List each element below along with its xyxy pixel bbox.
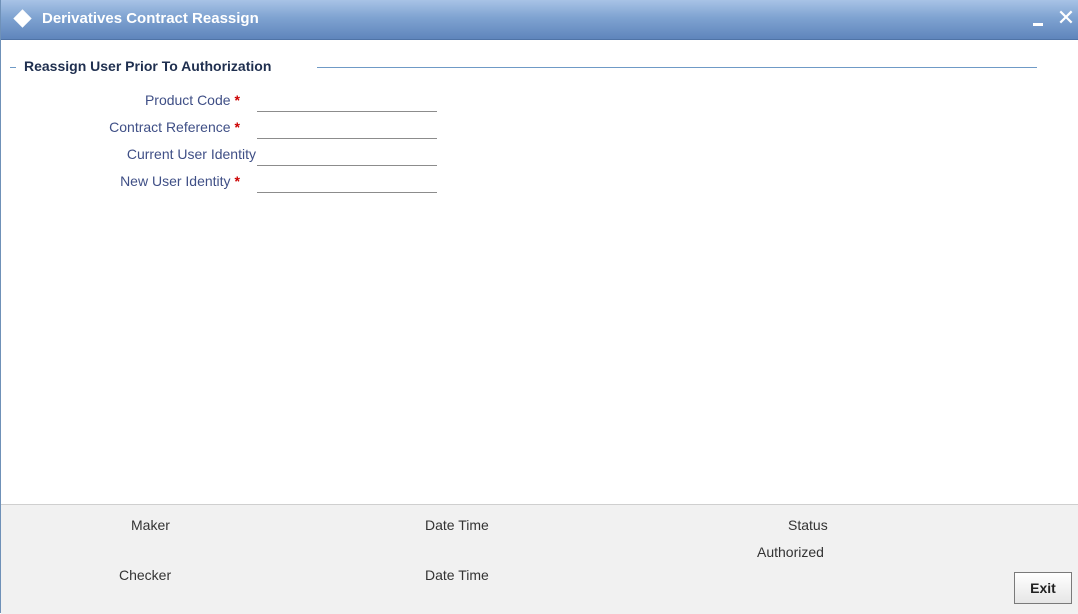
window-title: Derivatives Contract Reassign (42, 10, 259, 27)
current-user-identity-label-text: Current User Identity (126, 146, 256, 162)
derivatives-contract-reassign-window: Derivatives Contract Reassign ✕ Reassign… (0, 0, 1078, 614)
product-code-label-text: Product Code (144, 92, 231, 108)
exit-button[interactable]: Exit (1014, 572, 1072, 604)
status-label: Status (788, 517, 828, 533)
minimize-button[interactable] (1031, 8, 1047, 28)
status-value: Authorized (757, 544, 824, 560)
new-user-identity-label-text: New User Identity (120, 173, 231, 189)
diamond-icon (13, 9, 32, 28)
close-button[interactable]: ✕ (1056, 6, 1076, 30)
required-marker: * (234, 173, 240, 189)
maker-label: Maker (131, 517, 170, 533)
title-bar: Derivatives Contract Reassign ✕ (1, 0, 1078, 40)
contract-reference-label-text: Contract Reference (109, 119, 231, 135)
new-user-identity-label: New User Identity * (120, 173, 240, 189)
section-title: Reassign User Prior To Authorization (24, 58, 272, 74)
current-user-identity-label: Current User Identity (127, 146, 256, 162)
checker-label: Checker (119, 567, 172, 583)
current-user-identity-input[interactable] (257, 144, 437, 166)
section-rule-right (317, 67, 1037, 68)
maker-datetime-label: Date Time (425, 517, 489, 533)
contract-reference-label: Contract Reference * (109, 119, 240, 135)
required-marker: * (234, 119, 240, 135)
new-user-identity-input[interactable] (257, 171, 437, 193)
product-code-input[interactable] (257, 90, 437, 112)
product-code-label: Product Code * (145, 92, 240, 108)
checker-datetime-label: Date Time (425, 567, 489, 583)
contract-reference-input[interactable] (257, 117, 437, 139)
section-rule-left (10, 67, 16, 68)
required-marker: * (234, 92, 240, 108)
